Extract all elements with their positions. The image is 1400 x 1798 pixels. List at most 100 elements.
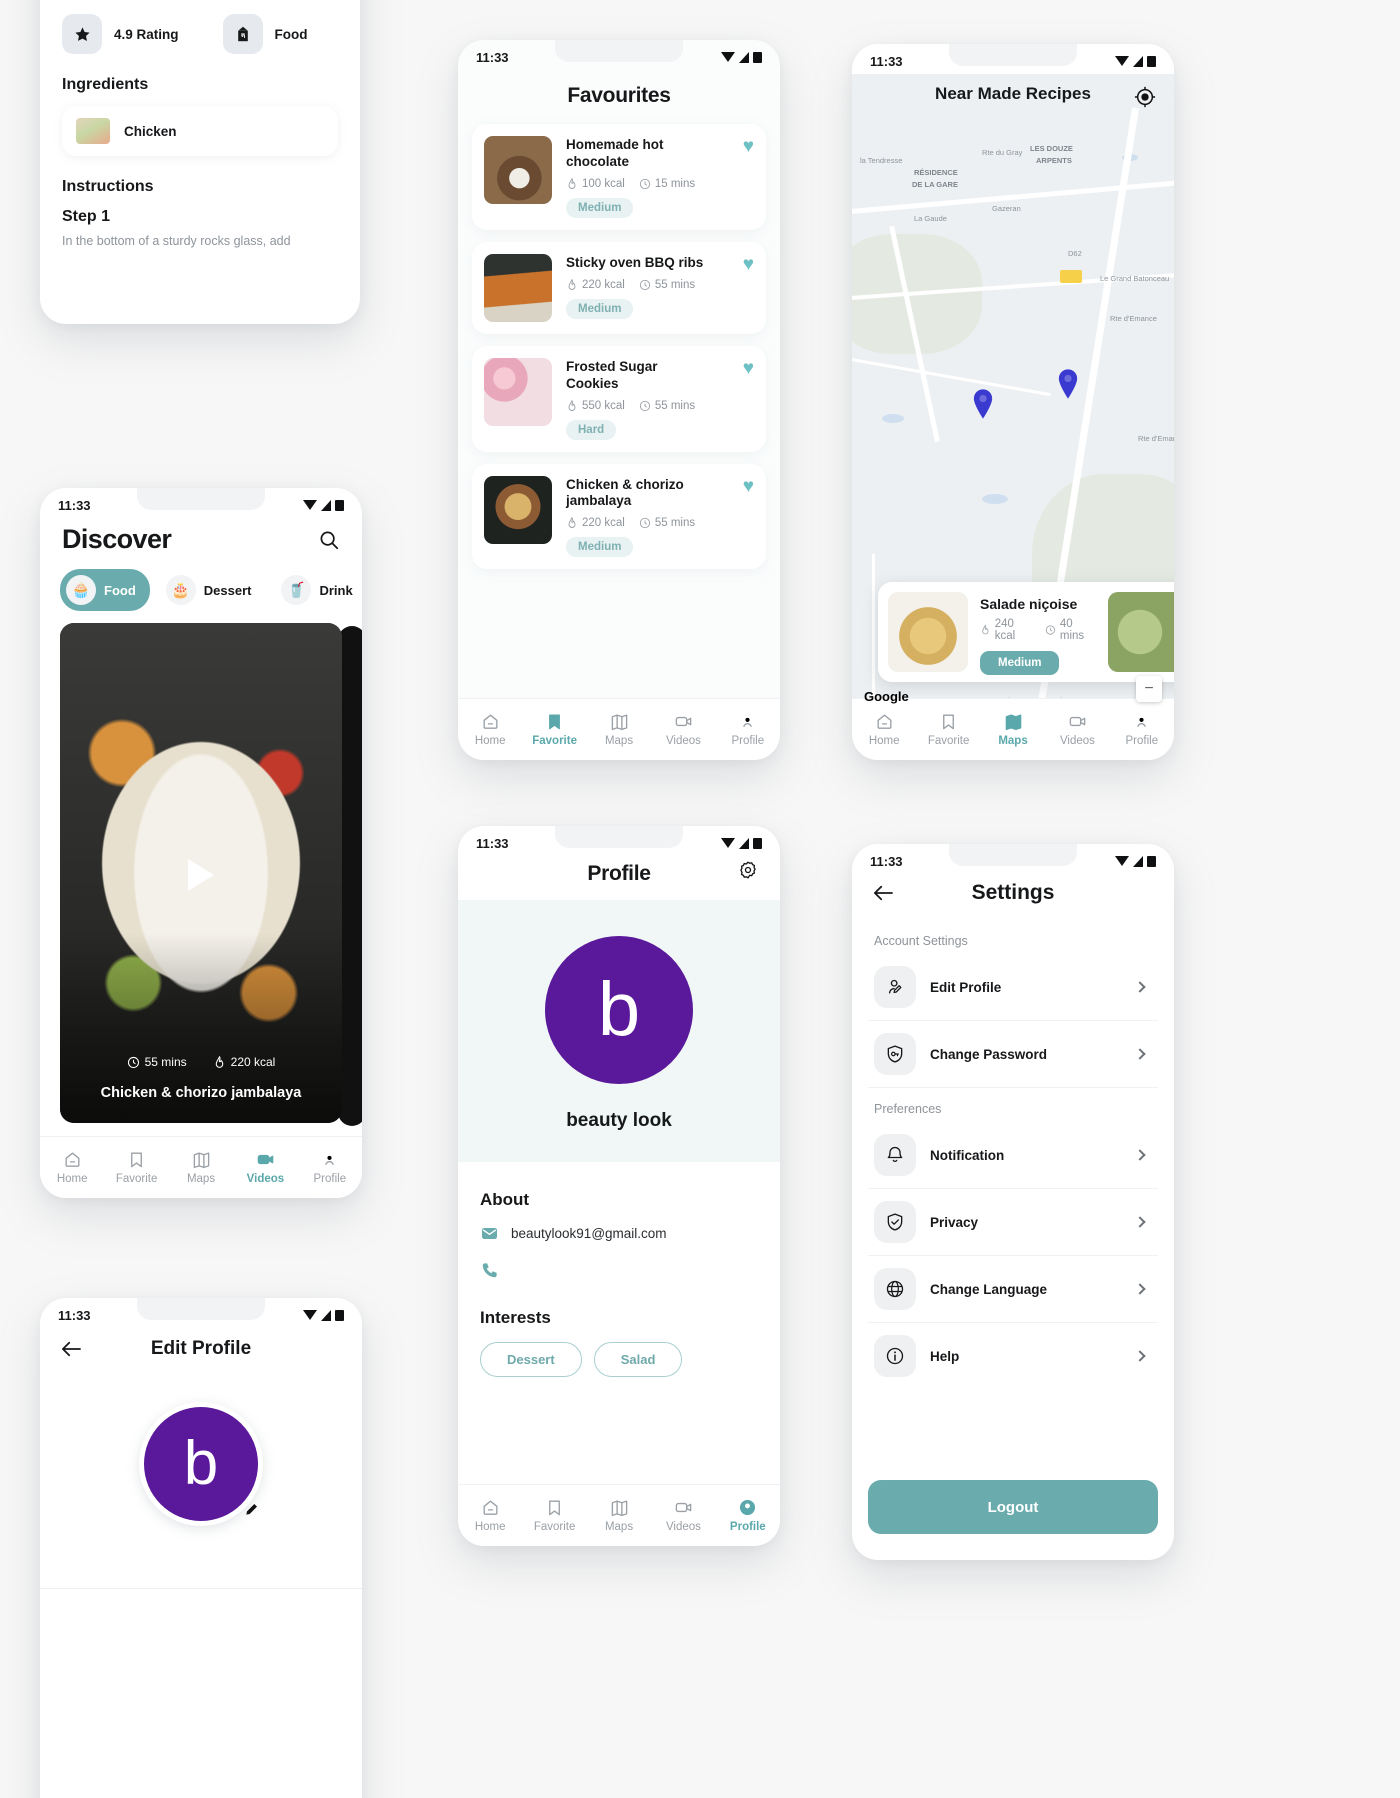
setting-privacy[interactable]: Privacy bbox=[868, 1189, 1158, 1256]
page-title: Settings bbox=[971, 881, 1055, 904]
nav-videos[interactable]: Videos bbox=[233, 1150, 297, 1185]
flame-icon bbox=[215, 1055, 223, 1068]
nav-home[interactable]: Home bbox=[458, 712, 522, 747]
favourite-card[interactable]: Homemade hot chocolate 100 kcal 15 mins … bbox=[472, 124, 766, 230]
interest-tag[interactable]: Dessert bbox=[480, 1342, 582, 1377]
favorite-heart-icon[interactable]: ♥ bbox=[743, 136, 754, 158]
difficulty-badge: Medium bbox=[980, 651, 1060, 675]
difficulty-badge: Medium bbox=[566, 298, 634, 319]
setting-edit-profile[interactable]: Edit Profile bbox=[868, 954, 1158, 1021]
nav-maps[interactable]: Maps bbox=[587, 1498, 651, 1533]
bottom-nav: Home Favorite Maps Videos Profile bbox=[458, 1484, 780, 1546]
status-time: 11:33 bbox=[870, 853, 903, 869]
nav-profile[interactable]: Profile bbox=[716, 712, 780, 747]
recipe-meta-row: 4.9 Rating Food bbox=[62, 14, 338, 54]
setting-label: Change Language bbox=[930, 1281, 1048, 1297]
favorite-heart-icon[interactable]: ♥ bbox=[743, 358, 754, 380]
page-title: Favourites bbox=[567, 84, 671, 107]
ingredient-row[interactable]: Chicken bbox=[62, 106, 338, 156]
favourites-list: Homemade hot chocolate 100 kcal 15 mins … bbox=[458, 114, 780, 570]
phone-row[interactable] bbox=[480, 1261, 758, 1280]
zoom-out-button[interactable]: − bbox=[1136, 676, 1162, 702]
map-pin-icon[interactable] bbox=[972, 389, 994, 419]
home-icon bbox=[65, 1152, 80, 1167]
status-time: 11:33 bbox=[476, 835, 509, 851]
nav-home[interactable]: Home bbox=[40, 1150, 104, 1185]
video-icon bbox=[675, 716, 692, 727]
category-chip-dessert[interactable]: 🎂 Dessert bbox=[160, 569, 266, 611]
nav-profile[interactable]: Profile bbox=[1110, 712, 1174, 747]
map-recipe-card[interactable]: Salade niçoise 240 kcal 40 mins Medium bbox=[878, 582, 1174, 682]
nav-maps[interactable]: Maps bbox=[169, 1150, 233, 1185]
flame-icon bbox=[568, 177, 576, 189]
gear-icon[interactable] bbox=[738, 860, 758, 880]
favorite-heart-icon[interactable]: ♥ bbox=[743, 476, 754, 498]
nav-label: Maps bbox=[186, 1173, 216, 1185]
nav-label: Favorite bbox=[533, 1521, 576, 1533]
bookmark-icon bbox=[549, 1500, 561, 1516]
favourite-card[interactable]: Sticky oven BBQ ribs 220 kcal 55 mins Me… bbox=[472, 241, 766, 334]
video-stats: 55 mins 220 kcal bbox=[60, 1055, 342, 1069]
interest-tag[interactable]: Salad bbox=[593, 1342, 683, 1377]
nav-home[interactable]: Home bbox=[458, 1498, 522, 1533]
search-icon[interactable] bbox=[318, 529, 340, 551]
category-chip-food[interactable]: 🧁 Food bbox=[60, 569, 150, 611]
wifi-icon bbox=[303, 500, 317, 510]
nav-label: Home bbox=[474, 735, 506, 747]
nav-videos[interactable]: Videos bbox=[651, 1498, 715, 1533]
time-stat: 40 mins bbox=[1045, 618, 1096, 642]
nav-videos[interactable]: Videos bbox=[1045, 712, 1109, 747]
notch bbox=[949, 844, 1077, 866]
bottom-nav: Home Favorite Maps Videos Profile bbox=[852, 698, 1174, 760]
cupcake-icon: 🧁 bbox=[66, 575, 96, 605]
locate-icon[interactable] bbox=[1134, 86, 1156, 108]
category-chip-drink[interactable]: 🥤 Drink bbox=[275, 569, 362, 611]
screen-settings: 11:33 Settings Account Settings Edit Pro… bbox=[852, 844, 1174, 1560]
kcal-value: 550 kcal bbox=[582, 399, 625, 412]
avatar-editor[interactable]: b bbox=[139, 1402, 263, 1526]
setting-notification[interactable]: Notification bbox=[868, 1122, 1158, 1189]
nav-profile[interactable]: Profile bbox=[298, 1150, 362, 1185]
nav-favorite[interactable]: Favorite bbox=[104, 1150, 168, 1185]
nav-videos[interactable]: Videos bbox=[651, 712, 715, 747]
home-icon bbox=[483, 714, 498, 729]
category-label: Food bbox=[104, 582, 136, 598]
recipe-meta-category: Food bbox=[222, 14, 308, 54]
favourite-card[interactable]: Frosted Sugar Cookies 550 kcal 55 mins H… bbox=[472, 345, 766, 452]
kcal-value: 220 kcal bbox=[582, 517, 625, 530]
nav-favorite[interactable]: Favorite bbox=[522, 1498, 586, 1533]
nav-home[interactable]: Home bbox=[852, 712, 916, 747]
nav-favorite[interactable]: Favorite bbox=[916, 712, 980, 747]
nav-profile[interactable]: Profile bbox=[716, 1498, 780, 1533]
logout-button[interactable]: Logout bbox=[868, 1480, 1158, 1534]
nav-maps[interactable]: Maps bbox=[587, 712, 651, 747]
shield-check-icon bbox=[874, 1201, 916, 1243]
nav-favorite[interactable]: Favorite bbox=[522, 712, 586, 747]
video-card[interactable]: 55 mins 220 kcal Chicken & chorizo jamba… bbox=[60, 623, 342, 1123]
nav-label: Videos bbox=[246, 1173, 285, 1185]
pencil-icon[interactable] bbox=[243, 1502, 259, 1518]
setting-change-password[interactable]: Change Password bbox=[868, 1021, 1158, 1088]
email-row[interactable]: beautylook91@gmail.com bbox=[480, 1224, 758, 1243]
signal-icon bbox=[321, 499, 331, 511]
setting-change-language[interactable]: Change Language bbox=[868, 1256, 1158, 1323]
clock-icon bbox=[639, 518, 650, 529]
recipe-thumbnail bbox=[484, 136, 552, 204]
chevron-right-icon bbox=[1134, 1149, 1146, 1161]
setting-help[interactable]: Help bbox=[868, 1323, 1158, 1389]
flame-icon bbox=[568, 278, 576, 290]
kcal-stat: 100 kcal bbox=[566, 177, 625, 190]
status-bar: 11:33 bbox=[852, 44, 1174, 74]
status-icons bbox=[721, 837, 762, 849]
setting-label: Notification bbox=[930, 1147, 1005, 1163]
map-label: Rte du Gray bbox=[982, 148, 1023, 157]
screen-discover: 11:33 Discover 🧁 Food 🎂 Dessert 🥤 Drink … bbox=[40, 488, 362, 1198]
kcal-stat: 220 kcal bbox=[566, 517, 625, 529]
map-pin-icon[interactable] bbox=[1057, 369, 1079, 399]
wifi-icon bbox=[1115, 56, 1129, 66]
nav-maps[interactable]: Maps bbox=[981, 712, 1045, 747]
favourite-card[interactable]: Chicken & chorizo jambalaya 220 kcal 55 … bbox=[472, 463, 766, 570]
time-stat: 55 mins bbox=[127, 1055, 187, 1069]
recipe-category-label: Food bbox=[274, 26, 308, 42]
favorite-heart-icon[interactable]: ♥ bbox=[743, 254, 754, 276]
